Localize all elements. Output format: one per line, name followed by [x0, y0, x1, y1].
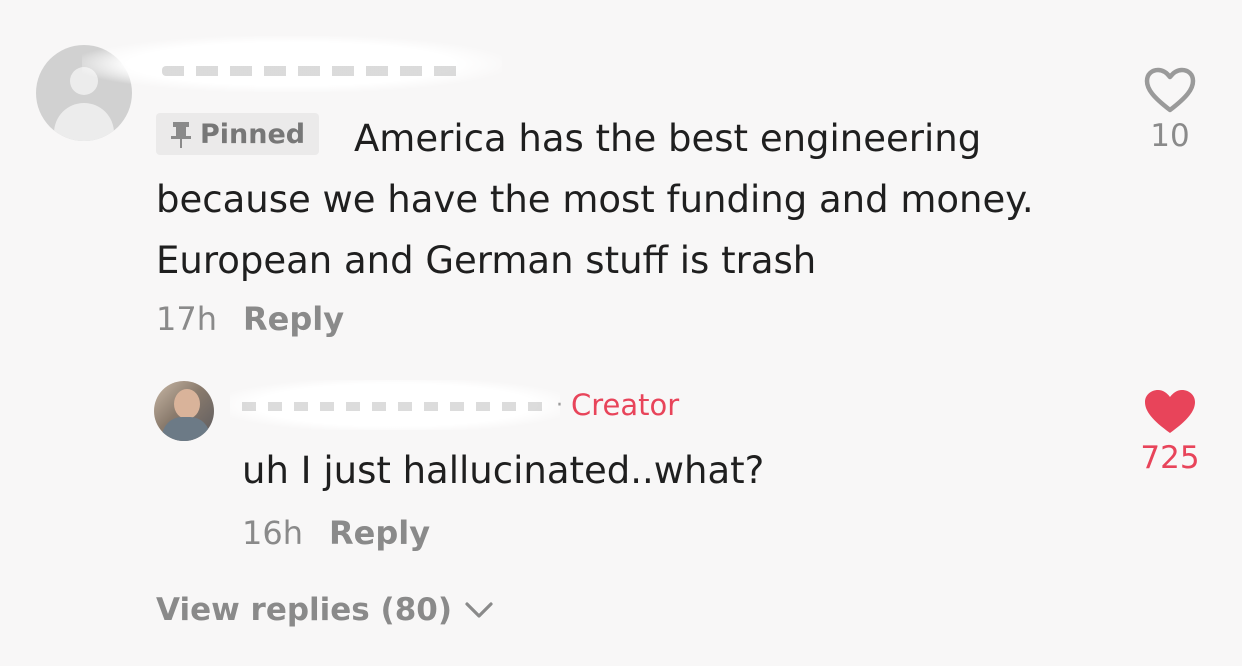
like-count: 10 [1150, 118, 1190, 154]
like-count: 725 [1140, 440, 1200, 476]
reply-body: uh I just hallucinated..what? [242, 449, 765, 492]
redacted-creator-username [230, 380, 560, 430]
reply-to-reply-button[interactable]: Reply [329, 514, 430, 552]
creator-avatar[interactable] [154, 381, 214, 441]
creator-tag: · Creator [556, 388, 679, 422]
comment-meta: 17h Reply [156, 300, 344, 338]
pinned-label: Pinned [200, 118, 306, 150]
heart-outline-icon[interactable] [1143, 66, 1197, 114]
avatar-placeholder-body [54, 103, 114, 141]
redacted-username [82, 36, 502, 92]
view-replies-button[interactable]: View replies (80) [156, 592, 494, 628]
reply-timestamp: 16h [242, 514, 303, 552]
pin-icon [170, 120, 192, 148]
reply-meta: 16h Reply [242, 514, 430, 552]
reply-button[interactable]: Reply [243, 300, 344, 338]
reply-like[interactable]: 725 [1138, 388, 1202, 476]
comment-thread: America has the best engineering because… [0, 0, 1242, 666]
view-replies-label: View replies (80) [156, 592, 453, 628]
comment-like[interactable]: 10 [1138, 66, 1202, 154]
creator-label: Creator [571, 388, 680, 422]
separator: · [556, 392, 563, 418]
pinned-badge: Pinned [156, 113, 320, 155]
comment-timestamp: 17h [156, 300, 217, 338]
avatar-shirt [162, 417, 210, 441]
heart-filled-icon[interactable] [1143, 388, 1197, 436]
chevron-down-icon [465, 602, 493, 618]
avatar-face [174, 389, 200, 419]
